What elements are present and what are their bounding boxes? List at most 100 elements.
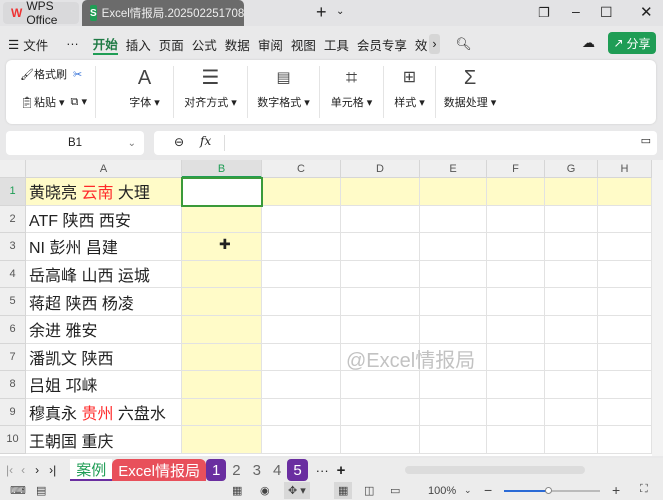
eye-protection-icon[interactable]: ◉ — [260, 484, 270, 497]
cell-A3[interactable]: NI 彭州 昌建 — [26, 233, 182, 261]
row-header[interactable]: 3 — [0, 233, 26, 261]
menu-page[interactable]: 页面 — [159, 35, 184, 54]
last-sheet-icon[interactable]: ›| — [49, 463, 56, 477]
row-header[interactable]: 6 — [0, 316, 26, 344]
cell-G5[interactable] — [545, 288, 598, 316]
cell-F2[interactable] — [487, 205, 545, 234]
cell-G9[interactable] — [545, 398, 598, 427]
column-header-C[interactable]: C — [262, 160, 341, 178]
cell-E4[interactable] — [420, 260, 487, 289]
first-sheet-icon[interactable]: |‹ — [6, 463, 13, 477]
cell-C8[interactable] — [262, 371, 341, 399]
cell-B9[interactable] — [182, 398, 262, 427]
cell-D4[interactable] — [341, 260, 420, 289]
cell-D3[interactable] — [341, 233, 420, 261]
zoom-slider[interactable] — [504, 487, 600, 494]
cell-D6[interactable] — [341, 316, 420, 344]
menu-member[interactable]: 会员专享 — [357, 35, 407, 54]
cell-B8[interactable] — [182, 371, 262, 399]
cell-H8[interactable] — [598, 371, 652, 399]
sheet-tab[interactable]: 1 — [205, 459, 227, 481]
add-sheet-button[interactable]: + — [337, 462, 346, 479]
cell-F4[interactable] — [487, 260, 545, 289]
cell-H10[interactable] — [598, 426, 652, 454]
cell-C10[interactable] — [262, 426, 341, 454]
number-format-button[interactable]: ▤ 数字格式 ▾ — [248, 66, 320, 118]
row-header[interactable]: 9 — [0, 398, 26, 427]
zoom-dropdown-icon[interactable]: ⌄ — [464, 485, 472, 496]
zoom-out-button[interactable]: − — [484, 482, 492, 498]
cell-H3[interactable] — [598, 233, 652, 261]
zoom-in-button[interactable]: + — [612, 482, 620, 498]
column-header-A[interactable]: A — [26, 160, 182, 178]
cell-B7[interactable] — [182, 343, 262, 372]
zoom-slider-thumb[interactable] — [545, 487, 553, 494]
new-tab-icon[interactable]: + — [316, 2, 327, 23]
cell-C9[interactable] — [262, 398, 341, 427]
cell-D5[interactable] — [341, 288, 420, 316]
sheet-tab[interactable]: 2 — [226, 459, 246, 481]
close-icon[interactable]: ✕ — [640, 3, 653, 21]
cell-C5[interactable] — [262, 288, 341, 316]
document-tab[interactable]: SExcel情报局.20250225170800​13● — [82, 0, 244, 26]
cell-B5[interactable] — [182, 288, 262, 316]
column-header-H[interactable]: H — [598, 160, 652, 178]
column-header-F[interactable]: F — [487, 160, 545, 178]
cell-E1[interactable] — [420, 178, 487, 206]
menu-more[interactable]: ··· — [66, 37, 79, 51]
expand-formula-icon[interactable]: ▭ — [641, 134, 651, 147]
maximize-icon[interactable]: ☐ — [600, 4, 613, 21]
cell-E9[interactable] — [420, 398, 487, 427]
cell-H5[interactable] — [598, 288, 652, 316]
normal-view-icon[interactable]: ▦ — [334, 482, 353, 499]
zoom-level[interactable]: 100% — [428, 485, 456, 497]
menu-formula[interactable]: 公式 — [192, 35, 217, 54]
menu-tools[interactable]: 工具 — [324, 35, 349, 54]
font-button[interactable]: A 字体 ▾ — [116, 66, 174, 118]
cell-H2[interactable] — [598, 205, 652, 234]
cell-C3[interactable] — [262, 233, 341, 261]
cell-H4[interactable] — [598, 260, 652, 289]
row-header[interactable]: 1 — [0, 178, 26, 206]
cell-F1[interactable] — [487, 178, 545, 206]
cell-F7[interactable] — [487, 343, 545, 372]
menu-file[interactable]: 文件 — [23, 35, 48, 54]
page-icon[interactable]: ▤ — [36, 484, 46, 497]
row-header[interactable]: 2 — [0, 205, 26, 234]
cell-A4[interactable]: 岳高峰 山西 运城 — [26, 260, 182, 289]
cell-G8[interactable] — [545, 371, 598, 399]
cell-G4[interactable] — [545, 260, 598, 289]
wps-home-tab[interactable]: W WPS Office — [3, 0, 79, 27]
cell-F10[interactable] — [487, 426, 545, 454]
page-view-icon[interactable]: ▭ — [390, 484, 400, 497]
row-header[interactable]: 8 — [0, 371, 26, 399]
cell-H6[interactable] — [598, 316, 652, 344]
cell-G2[interactable] — [545, 205, 598, 234]
column-header-G[interactable]: G — [545, 160, 598, 178]
cell-A6[interactable]: 余进 雅安 — [26, 316, 182, 344]
menu-insert[interactable]: 插入 — [126, 35, 151, 54]
cell-B4[interactable] — [182, 260, 262, 289]
cell-C2[interactable] — [262, 205, 341, 234]
cell-F8[interactable] — [487, 371, 545, 399]
cell-C7[interactable] — [262, 343, 341, 372]
column-header-B[interactable]: B — [182, 160, 262, 178]
cloud-sync-icon[interactable]: ☁ — [582, 35, 595, 51]
cell-E3[interactable] — [420, 233, 487, 261]
menu-home[interactable]: 开始 — [92, 34, 118, 55]
name-box[interactable]: B1 ⌄ — [6, 131, 144, 155]
cell-A8[interactable]: 吕姐 邛崃 — [26, 371, 182, 399]
cell-F6[interactable] — [487, 316, 545, 344]
cell-E6[interactable] — [420, 316, 487, 344]
menu-lines-icon[interactable]: ☰ — [8, 37, 19, 52]
cell-E5[interactable] — [420, 288, 487, 316]
cell-A5[interactable]: 蒋超 陕西 杨凌 — [26, 288, 182, 316]
cell-A7[interactable]: 潘凯文 陕西 — [26, 343, 182, 372]
cell-D2[interactable] — [341, 205, 420, 234]
split-view-icon[interactable]: ◫ — [364, 484, 374, 497]
cell-E2[interactable] — [420, 205, 487, 234]
copy-icon[interactable]: ⧉ ▾ — [71, 95, 87, 109]
horizontal-scrollbar[interactable] — [405, 466, 586, 474]
cell-C1[interactable] — [262, 178, 341, 206]
cell-A9[interactable]: 穆真永 贵州 六盘水 — [26, 398, 182, 427]
